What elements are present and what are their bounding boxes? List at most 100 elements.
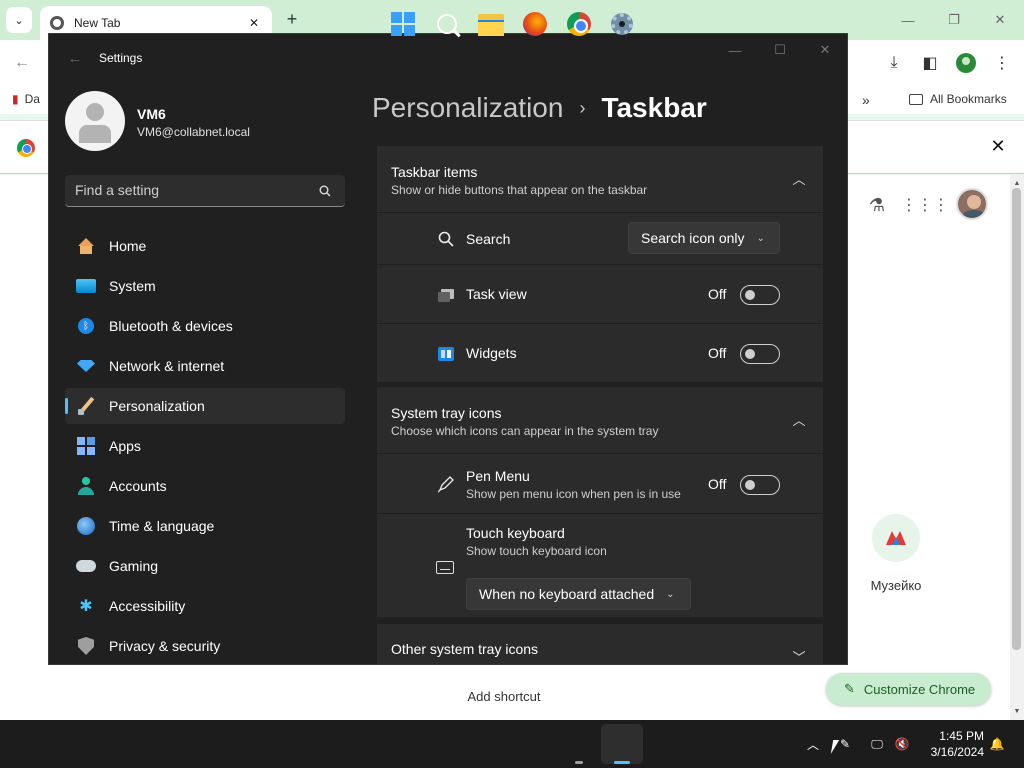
taskbar-items-section: Taskbar items Show or hide buttons that … xyxy=(377,146,823,382)
chevron-up-icon[interactable]: ︿ xyxy=(791,411,807,428)
section-subtitle: Choose which icons can appear in the sys… xyxy=(391,424,659,438)
search-icon xyxy=(437,14,457,34)
nav-item-accessibility[interactable]: ✱ Accessibility xyxy=(65,588,345,624)
find-setting-input[interactable] xyxy=(75,182,305,198)
pen-tray-icon[interactable]: ✎ xyxy=(836,736,854,752)
settings-taskbar-button[interactable] xyxy=(608,10,636,38)
account-icon xyxy=(75,476,97,496)
back-arrow-icon[interactable]: ← xyxy=(10,51,34,75)
breadcrumb-parent[interactable]: Personalization xyxy=(372,92,563,124)
home-icon xyxy=(75,236,97,256)
firefox-icon xyxy=(523,12,547,36)
volume-muted-icon[interactable]: 🔇 xyxy=(893,736,911,752)
nav-item-gaming[interactable]: Gaming xyxy=(65,548,345,584)
taskbar-items-header[interactable]: Taskbar items Show or hide buttons that … xyxy=(377,146,823,212)
nav-item-bluetooth[interactable]: ᛒ Bluetooth & devices xyxy=(65,308,345,344)
bluetooth-icon: ᛒ xyxy=(75,316,97,336)
search-icon xyxy=(437,230,455,248)
tab-search-button[interactable]: ⌄ xyxy=(6,7,32,33)
scroll-down-arrow-icon[interactable]: ▼ xyxy=(1010,705,1024,717)
new-tab-button[interactable]: + xyxy=(282,9,302,29)
all-bookmarks-button[interactable]: All Bookmarks xyxy=(909,92,1007,106)
bookmark-item[interactable]: ▮ Da xyxy=(12,92,40,106)
profile-button[interactable] xyxy=(954,51,978,75)
chrome-menu-icon[interactable]: ⋮ xyxy=(990,51,1014,75)
show-hidden-icons-chevron-icon[interactable]: ︿ xyxy=(804,736,822,752)
maximize-button[interactable]: ☐ xyxy=(770,40,790,60)
notification-bell-icon[interactable]: 🔔 xyxy=(988,736,1006,752)
chrome-restore-button[interactable]: ❐ xyxy=(944,10,964,30)
user-email: VM6@collabnet.local xyxy=(137,125,250,139)
nav-item-apps[interactable]: Apps xyxy=(65,428,345,464)
nav-item-label: Accounts xyxy=(109,478,167,494)
accessibility-icon: ✱ xyxy=(79,598,93,615)
task-view-toggle[interactable] xyxy=(740,285,780,305)
nav-item-accounts[interactable]: Accounts xyxy=(65,468,345,504)
apps-icon xyxy=(75,436,97,456)
touch-keyboard-sub: Show touch keyboard icon xyxy=(466,544,607,558)
other-tray-header[interactable]: Other system tray icons ﹀ xyxy=(377,624,823,665)
pen-menu-label: Pen Menu xyxy=(466,468,530,484)
settings-nav: Home System ᛒ Bluetooth & devices Network… xyxy=(65,228,345,664)
tab-close-icon[interactable]: ✕ xyxy=(244,13,264,33)
pen-menu-toggle[interactable] xyxy=(740,475,780,495)
search-mode-dropdown[interactable]: Search icon only ⌄ xyxy=(628,222,780,254)
paintbrush-icon xyxy=(75,396,97,416)
firefox-button[interactable] xyxy=(521,10,549,38)
taskbar-search-button[interactable] xyxy=(433,10,461,38)
close-button[interactable]: ✕ xyxy=(815,40,835,60)
nav-item-time-language[interactable]: Time & language xyxy=(65,508,345,544)
shield-icon xyxy=(75,636,97,656)
touch-keyboard-dropdown[interactable]: When no keyboard attached ⌄ xyxy=(466,578,691,610)
chevron-down-icon: ⌄ xyxy=(756,232,765,244)
find-setting-box[interactable] xyxy=(65,175,345,207)
chrome-close-button[interactable]: ✕ xyxy=(990,10,1010,30)
keyboard-icon xyxy=(436,558,454,576)
download-icon[interactable]: ⤓ xyxy=(882,51,906,75)
pen-menu-sub: Show pen menu icon when pen is in use xyxy=(466,487,681,501)
widgets-state: Off xyxy=(708,345,727,361)
nav-item-home[interactable]: Home xyxy=(65,228,345,264)
other-tray-section[interactable]: Other system tray icons ﹀ xyxy=(377,624,823,665)
nav-item-privacy[interactable]: Privacy & security xyxy=(65,628,345,664)
add-shortcut-button[interactable]: Add shortcut xyxy=(444,689,564,704)
avatar xyxy=(956,188,988,220)
file-explorer-button[interactable] xyxy=(477,10,505,38)
nav-item-network[interactable]: Network & internet xyxy=(65,348,345,384)
labs-flask-icon[interactable]: ⚗ xyxy=(866,194,888,216)
chrome-taskbar-button[interactable] xyxy=(565,10,593,38)
user-avatar[interactable] xyxy=(65,91,125,151)
widgets-toggle[interactable] xyxy=(740,344,780,364)
info-bar-close-icon[interactable]: ✕ xyxy=(988,136,1008,156)
customize-chrome-label: Customize Chrome xyxy=(863,681,976,697)
more-bookmarks-chevron-icon[interactable]: » xyxy=(862,92,870,108)
chevron-down-icon[interactable]: ﹀ xyxy=(791,648,807,665)
tab-title: New Tab xyxy=(74,16,121,30)
start-button[interactable] xyxy=(389,10,417,38)
nav-item-label: Home xyxy=(109,238,147,254)
customize-chrome-button[interactable]: ✎ Customize Chrome xyxy=(826,673,991,705)
nav-item-system[interactable]: System xyxy=(65,268,345,304)
search-icon xyxy=(317,183,333,199)
side-panel-icon[interactable]: ◧ xyxy=(918,51,942,75)
chrome-minimize-button[interactable]: — xyxy=(898,10,918,30)
nav-item-personalization[interactable]: Personalization xyxy=(65,388,345,424)
network-icon[interactable]: 🖵 xyxy=(868,736,886,752)
shortcut-tile[interactable] xyxy=(872,514,920,562)
apps-grid-icon[interactable]: ⋮⋮⋮ xyxy=(901,194,949,216)
system-tray-header[interactable]: System tray icons Choose which icons can… xyxy=(377,387,823,453)
section-title: Taskbar items xyxy=(391,164,478,180)
scroll-up-arrow-icon[interactable]: ▲ xyxy=(1010,177,1024,189)
clock-date[interactable]: 3/16/2024 xyxy=(916,745,984,759)
chrome-favicon-icon xyxy=(50,16,64,30)
user-name: VM6 xyxy=(137,106,166,122)
ntp-profile-button[interactable] xyxy=(956,188,988,220)
pen-menu-row: Pen Menu Show pen menu icon when pen is … xyxy=(377,453,823,513)
scrollbar-thumb[interactable] xyxy=(1012,188,1021,650)
chevron-up-icon[interactable]: ︿ xyxy=(791,170,807,187)
pencil-icon: ✎ xyxy=(844,681,855,696)
settings-window: ← Settings — ☐ ✕ VM6 VM6@collabnet.local… xyxy=(48,33,848,665)
minimize-button[interactable]: — xyxy=(725,40,745,60)
back-arrow-icon[interactable]: ← xyxy=(65,48,85,68)
clock-time[interactable]: 1:45 PM xyxy=(924,729,984,743)
